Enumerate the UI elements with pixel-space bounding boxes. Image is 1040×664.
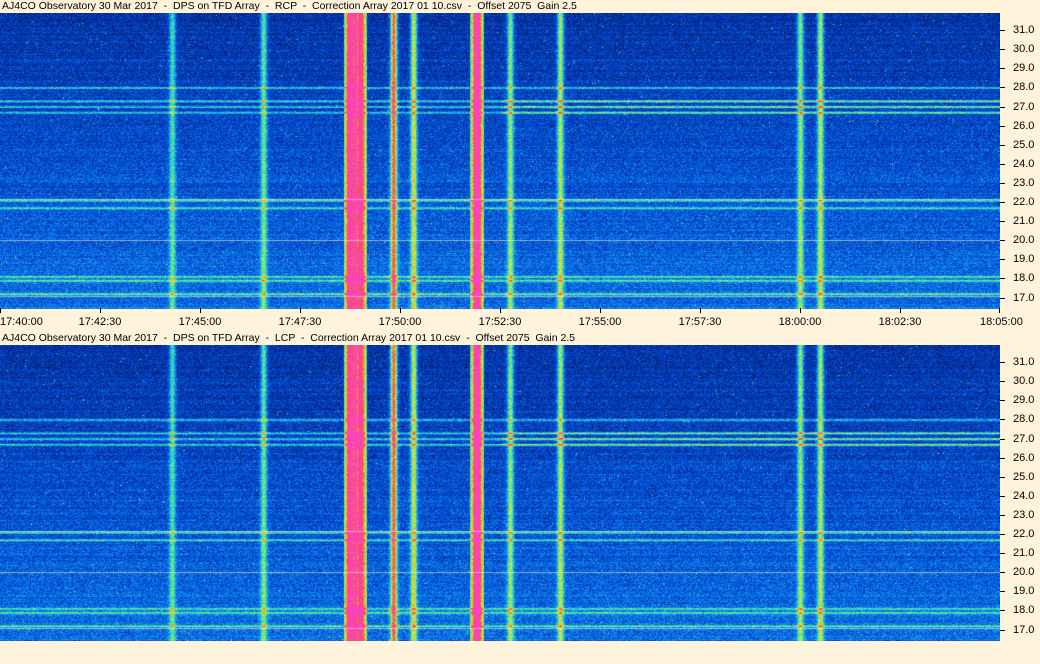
freq-tick-label: 20.0: [1013, 566, 1035, 578]
time-tick-mark: [300, 308, 301, 313]
freq-tick-mark: [1000, 202, 1005, 203]
freq-tick-label: 24.0: [1013, 490, 1035, 502]
freq-tick-label: 21.0: [1013, 215, 1035, 227]
time-tick-label: 17:57:30: [678, 316, 722, 328]
freq-tick-mark: [1000, 126, 1005, 127]
freq-tick-label: 26.0: [1013, 120, 1035, 132]
freq-tick-mark: [1000, 439, 1005, 440]
freq-tick-label: 20.0: [1013, 234, 1035, 246]
freq-tick-label: 19.0: [1013, 585, 1035, 597]
time-tick-mark: [800, 308, 801, 313]
freq-tick-mark: [1000, 145, 1005, 146]
time-tick-label: 17:52:30: [478, 316, 522, 328]
freq-tick-label: 24.0: [1013, 158, 1035, 170]
freq-tick-label: 18.0: [1013, 604, 1035, 616]
freq-tick-mark: [1000, 278, 1005, 279]
time-tick-label: 17:42:30: [78, 316, 122, 328]
freq-tick-mark: [1000, 381, 1005, 382]
time-tick-label: 17:40:00: [0, 316, 43, 328]
freq-tick-label: 25.0: [1013, 139, 1035, 151]
freq-tick-label: 29.0: [1013, 62, 1035, 74]
freq-tick-label: 28.0: [1013, 81, 1035, 93]
freq-tick-label: 22.0: [1013, 196, 1035, 208]
lcp-panel-title: AJ4CO Observatory 30 Mar 2017 - DPS on T…: [2, 332, 576, 344]
time-tick-mark: [200, 308, 201, 313]
lcp-panel: AJ4CO Observatory 30 Mar 2017 - DPS on T…: [0, 332, 1040, 664]
freq-tick-label: 22.0: [1013, 528, 1035, 540]
time-tick-label: 18:00:00: [778, 316, 822, 328]
time-tick-label: 17:55:00: [578, 316, 622, 328]
freq-tick-label: 26.0: [1013, 452, 1035, 464]
freq-tick-mark: [1000, 477, 1005, 478]
freq-tick-label: 23.0: [1013, 509, 1035, 521]
freq-tick-label: 17.0: [1013, 292, 1035, 304]
freq-tick-mark: [1000, 591, 1005, 592]
time-tick-mark: [999, 308, 1000, 313]
freq-tick-mark: [1000, 419, 1005, 420]
freq-tick-mark: [1000, 49, 1005, 50]
freq-tick-label: 31.0: [1013, 356, 1035, 368]
time-tick-mark: [0, 308, 1, 313]
freq-tick-label: 28.0: [1013, 413, 1035, 425]
freq-tick-label: 27.0: [1013, 433, 1035, 445]
freq-tick-label: 31.0: [1013, 24, 1035, 36]
time-tick-label: 17:47:30: [278, 316, 322, 328]
freq-tick-mark: [1000, 259, 1005, 260]
freq-tick-mark: [1000, 630, 1005, 631]
freq-tick-mark: [1000, 164, 1005, 165]
rcp-panel-title: AJ4CO Observatory 30 Mar 2017 - DPS on T…: [2, 0, 577, 12]
freq-tick-label: 29.0: [1013, 394, 1035, 406]
freq-tick-label: 17.0: [1013, 624, 1035, 636]
time-tick-mark: [700, 308, 701, 313]
freq-tick-mark: [1000, 221, 1005, 222]
freq-tick-mark: [1000, 240, 1005, 241]
freq-tick-mark: [1000, 515, 1005, 516]
freq-tick-mark: [1000, 400, 1005, 401]
time-tick-mark: [100, 308, 101, 313]
lcp-spectrogram: [0, 345, 1000, 641]
freq-tick-mark: [1000, 107, 1005, 108]
freq-tick-label: 23.0: [1013, 177, 1035, 189]
freq-tick-mark: [1000, 298, 1005, 299]
time-tick-label: 18:05:00: [980, 316, 1023, 328]
time-tick-mark: [600, 308, 601, 313]
freq-tick-label: 18.0: [1013, 272, 1035, 284]
freq-tick-mark: [1000, 610, 1005, 611]
freq-tick-mark: [1000, 68, 1005, 69]
freq-tick-mark: [1000, 534, 1005, 535]
freq-tick-mark: [1000, 183, 1005, 184]
time-tick-mark: [900, 308, 901, 313]
freq-tick-label: 27.0: [1013, 101, 1035, 113]
freq-tick-mark: [1000, 458, 1005, 459]
time-tick-mark: [500, 308, 501, 313]
freq-tick-label: 19.0: [1013, 253, 1035, 265]
time-tick-label: 17:50:00: [378, 316, 422, 328]
freq-tick-mark: [1000, 362, 1005, 363]
time-axis: 17:40:00 17:42:30 17:45:00 17:47:30 17:50:00…: [0, 308, 1040, 330]
freq-tick-label: 25.0: [1013, 471, 1035, 483]
freq-tick-mark: [1000, 572, 1005, 573]
time-tick-mark: [400, 308, 401, 313]
rcp-panel: AJ4CO Observatory 30 Mar 2017 - DPS on T…: [0, 0, 1040, 332]
rcp-spectrogram: [0, 13, 1000, 309]
rcp-frequency-axis: 17.0 18.0 19.0 20.0 21.0 22.0 23.0 24.0 25.0 26.0…: [1000, 13, 1040, 309]
freq-tick-mark: [1000, 30, 1005, 31]
freq-tick-label: 21.0: [1013, 547, 1035, 559]
freq-tick-label: 30.0: [1013, 375, 1035, 387]
time-tick-label: 17:45:00: [178, 316, 222, 328]
freq-tick-mark: [1000, 496, 1005, 497]
freq-tick-mark: [1000, 87, 1005, 88]
lcp-frequency-axis: 17.0 18.0 19.0 20.0 21.0 22.0 23.0 24.0 25.0 26.0…: [1000, 345, 1040, 641]
time-tick-label: 18:02:30: [878, 316, 922, 328]
freq-tick-mark: [1000, 553, 1005, 554]
freq-tick-label: 30.0: [1013, 43, 1035, 55]
